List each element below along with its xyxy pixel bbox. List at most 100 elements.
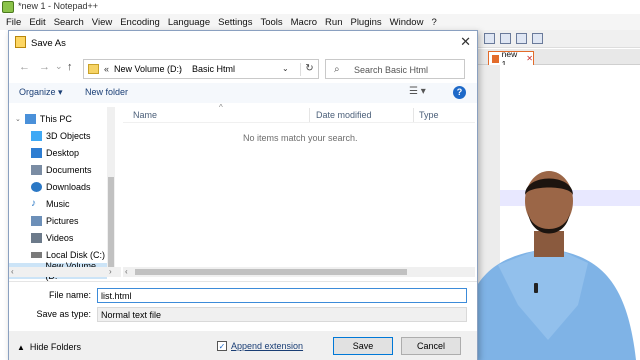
notepad-save-icon <box>15 36 26 48</box>
save-as-dialog: Save As ✕ ← → ⌄ ↑ « New Volume (D:) › Ba… <box>8 30 478 360</box>
sidebar-item-music[interactable]: ♪ Music <box>9 196 121 212</box>
menu-tools[interactable]: Tools <box>260 17 282 28</box>
column-headers: Name ^ Date modified Type <box>123 103 475 123</box>
video-icon <box>31 233 42 243</box>
app-menubar: File Edit Search View Encoding Language … <box>0 14 640 30</box>
chevron-down-icon[interactable]: ⌄ <box>15 115 21 123</box>
back-arrow-icon[interactable]: ← <box>19 61 30 73</box>
file-name-input[interactable]: list.html <box>97 288 467 303</box>
command-bar: Organize ▾ New folder ☰ ▾ ? <box>9 83 477 103</box>
search-input[interactable]: Search Basic Html <box>354 65 428 75</box>
recent-locations-chevron-icon[interactable]: ⌄ <box>55 61 63 72</box>
view-options-icon[interactable]: ☰ ▾ <box>409 86 426 97</box>
dialog-titlebar[interactable]: Save As ✕ <box>9 31 477 55</box>
column-type[interactable]: Type <box>419 110 439 120</box>
sidebar-item-label: Pictures <box>46 216 79 226</box>
scroll-left-icon[interactable]: ‹ <box>125 267 128 276</box>
tab-new-1[interactable]: new 1 ✕ <box>488 49 534 69</box>
navigation-pane: ⌄ This PC 3D Objects Desktop Documents D… <box>9 107 121 281</box>
sidebar-item-label: Documents <box>46 165 92 175</box>
menu-run[interactable]: Run <box>325 17 342 28</box>
save-as-type-label: Save as type: <box>36 309 91 319</box>
scroll-right-icon[interactable]: › <box>109 267 112 276</box>
sidebar-item-pictures[interactable]: Pictures <box>9 213 121 229</box>
hide-folders-button[interactable]: ▲ Hide Folders <box>17 342 81 352</box>
sidebar-item-label: This PC <box>39 114 72 124</box>
breadcrumb-separator-icon[interactable]: › <box>179 64 182 74</box>
column-divider[interactable] <box>309 108 310 122</box>
sidebar-item-label: Music <box>46 199 70 209</box>
address-overflow-chevron[interactable]: « <box>104 64 109 74</box>
close-icon[interactable]: ✕ <box>460 34 471 50</box>
append-extension-label[interactable]: Append extension <box>231 341 303 351</box>
append-extension-checkbox[interactable]: ✓ <box>217 341 227 351</box>
menu-language[interactable]: Language <box>168 17 210 28</box>
search-box[interactable]: ⌕ Search Basic Html <box>325 59 465 79</box>
refresh-icon[interactable]: ↻ <box>300 63 318 76</box>
scrollbar-thumb[interactable] <box>108 177 114 267</box>
file-list[interactable]: Name ^ Date modified Type No items match… <box>123 103 475 279</box>
sidebar-item-documents[interactable]: Documents <box>9 162 121 178</box>
sidebar-item-label: Local Disk (C:) <box>46 250 106 260</box>
sidebar-item-label: Downloads <box>46 182 91 192</box>
tab-bar: new 1 ✕ <box>470 49 640 69</box>
menu-settings[interactable]: Settings <box>218 17 252 28</box>
menu-window[interactable]: Window <box>390 17 424 28</box>
sidebar-item-downloads[interactable]: Downloads <box>9 179 121 195</box>
empty-folder-message: No items match your search. <box>243 133 358 143</box>
column-date-modified[interactable]: Date modified <box>316 110 372 120</box>
cancel-button[interactable]: Cancel <box>401 337 461 355</box>
menu-encoding[interactable]: Encoding <box>120 17 160 28</box>
scroll-left-icon[interactable]: ‹ <box>11 267 14 276</box>
menu-search[interactable]: Search <box>54 17 84 28</box>
breadcrumb-basic-html[interactable]: Basic Html <box>192 64 235 74</box>
menu-file[interactable]: File <box>6 17 21 28</box>
column-divider[interactable] <box>413 108 414 122</box>
toolbar-button-icon[interactable] <box>532 33 543 44</box>
nav-pane-scrollbar[interactable] <box>107 107 115 277</box>
menu-view[interactable]: View <box>92 17 112 28</box>
address-bar[interactable]: « New Volume (D:) › Basic Html ⌄ ↻ <box>83 59 319 79</box>
app-title: *new 1 - Notepad++ <box>18 1 99 11</box>
tab-close-icon[interactable]: ✕ <box>526 54 533 63</box>
documents-icon <box>31 165 42 175</box>
pictures-icon <box>31 216 42 226</box>
menu-plugins[interactable]: Plugins <box>350 17 381 28</box>
navigation-row: ← → ⌄ ↑ « New Volume (D:) › Basic Html ⌄… <box>9 55 477 81</box>
menu-edit[interactable]: Edit <box>29 17 45 28</box>
scrollbar-thumb[interactable] <box>135 269 407 275</box>
sidebar-item-3d-objects[interactable]: 3D Objects <box>9 128 121 144</box>
music-icon: ♪ <box>31 198 36 209</box>
toolbar-button-icon[interactable] <box>484 33 495 44</box>
disk-icon <box>31 252 42 258</box>
up-arrow-icon[interactable]: ↑ <box>67 61 73 73</box>
cube-icon <box>31 131 42 141</box>
sidebar-item-this-pc[interactable]: ⌄ This PC <box>9 111 121 127</box>
breadcrumb-new-volume[interactable]: New Volume (D:) <box>114 64 182 74</box>
dialog-footer: ▲ Hide Folders ✓ Append extension Save Ca… <box>9 331 477 360</box>
menu-macro[interactable]: Macro <box>291 17 317 28</box>
new-folder-button[interactable]: New folder <box>85 87 128 97</box>
toolbar-button-icon[interactable] <box>516 33 527 44</box>
folder-icon <box>88 64 99 74</box>
save-as-type-select[interactable]: Normal text file <box>97 307 467 322</box>
chevron-up-icon: ▲ <box>17 343 25 352</box>
forward-arrow-icon[interactable]: → <box>39 61 50 73</box>
sidebar-item-desktop[interactable]: Desktop <box>9 145 121 161</box>
toolbar-button-icon[interactable] <box>500 33 511 44</box>
save-button[interactable]: Save <box>333 337 393 355</box>
search-icon: ⌕ <box>334 64 340 75</box>
computer-icon <box>24 114 36 124</box>
nav-pane-hscrollbar[interactable]: ‹ › <box>9 267 121 277</box>
dialog-title: Save As <box>31 38 66 49</box>
sort-chevron-icon: ^ <box>219 103 223 112</box>
sidebar-item-label: 3D Objects <box>46 131 91 141</box>
file-list-hscrollbar[interactable]: ‹ <box>123 267 475 277</box>
sidebar-item-videos[interactable]: Videos <box>9 230 121 246</box>
column-name[interactable]: Name <box>133 110 157 120</box>
chevron-down-icon[interactable]: ⌄ <box>282 64 289 73</box>
menu-help[interactable]: ? <box>431 17 436 28</box>
sidebar-item-label: Videos <box>46 233 74 243</box>
help-icon[interactable]: ? <box>453 86 466 99</box>
organize-button[interactable]: Organize ▾ <box>19 87 63 98</box>
